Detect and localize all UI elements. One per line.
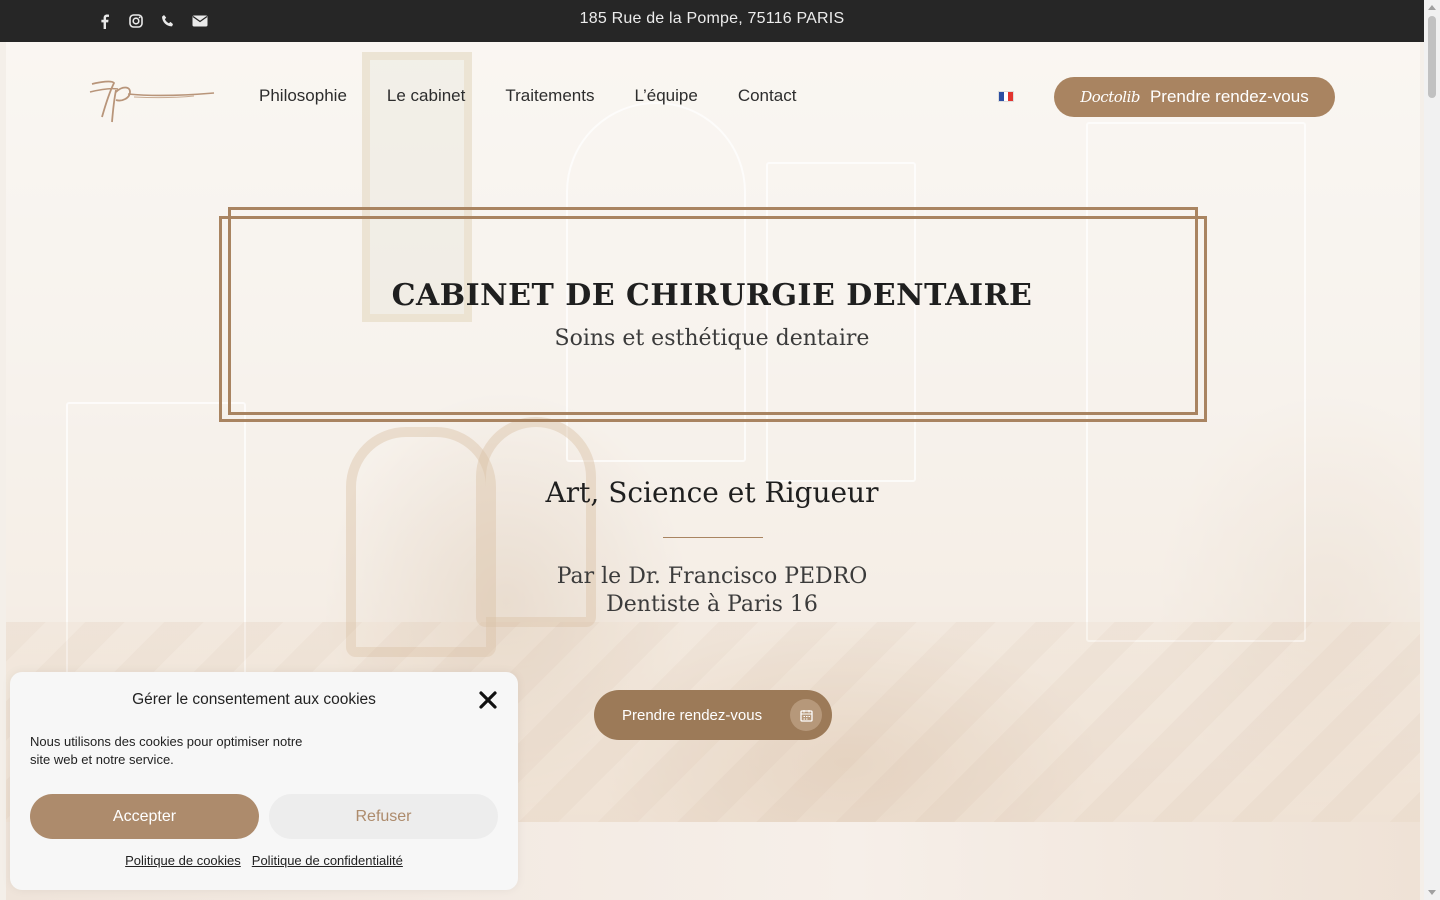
cookie-links: Politique de cookies Politique de confid… [10,853,518,868]
cookie-consent-panel: Gérer le consentement aux cookies Nous u… [10,672,518,890]
hero-appointment-label: Prendre rendez-vous [622,706,763,724]
cookie-title: Gérer le consentement aux cookies [132,691,376,708]
hero-appointment-button[interactable]: Prendre rendez-vous [594,690,832,740]
scroll-up-icon[interactable] [1428,5,1436,10]
address-text: 185 Rue de la Pompe, 75116 PARIS [579,10,845,27]
page-subtitle: Soins et esthétique dentaire [554,326,870,351]
nav-equipe[interactable]: L’équipe [634,86,697,106]
main-nav: Philosophie Le cabinet Traitements L’équ… [259,86,796,106]
doctor-location: Dentiste à Paris 16 [606,592,818,617]
tagline: Art, Science et Rigueur [545,476,879,509]
refuse-cookies-button[interactable]: Refuser [269,794,498,839]
title-frame-inner [219,216,1207,422]
top-bar: 185 Rue de la Pompe, 75116 PARIS [0,0,1424,42]
header-appointment-label: Prendre rendez-vous [1149,87,1309,106]
header-appointment-button[interactable]: Doctolib Prendre rendez-vous [1054,77,1335,117]
page-title: CABINET DE CHIRURGIE DENTAIRE [391,278,1033,313]
page-scrollbar[interactable] [1424,0,1440,900]
doctor-info: Par le Dr. Francisco PEDRO Dentiste à Pa… [0,563,1424,619]
divider [663,537,763,538]
logo[interactable] [88,70,216,126]
nav-contact[interactable]: Contact [738,86,797,106]
nav-le-cabinet[interactable]: Le cabinet [387,86,465,106]
privacy-policy-link[interactable]: Politique de confidentialité [252,853,403,868]
nav-traitements[interactable]: Traitements [505,86,594,106]
nav-philosophie[interactable]: Philosophie [259,86,347,106]
close-icon[interactable] [477,689,499,711]
calendar-icon [790,699,822,731]
doctor-name: Par le Dr. Francisco PEDRO [556,564,868,589]
scroll-down-icon[interactable] [1428,890,1436,895]
scroll-thumb[interactable] [1428,16,1436,98]
fr-flag-icon[interactable] [998,91,1014,102]
doctolib-logo: Doctolib [1080,88,1140,106]
accept-cookies-button[interactable]: Accepter [30,794,259,839]
cookie-policy-link[interactable]: Politique de cookies [125,853,241,868]
cookie-text: Nous utilisons des cookies pour optimise… [30,734,303,767]
